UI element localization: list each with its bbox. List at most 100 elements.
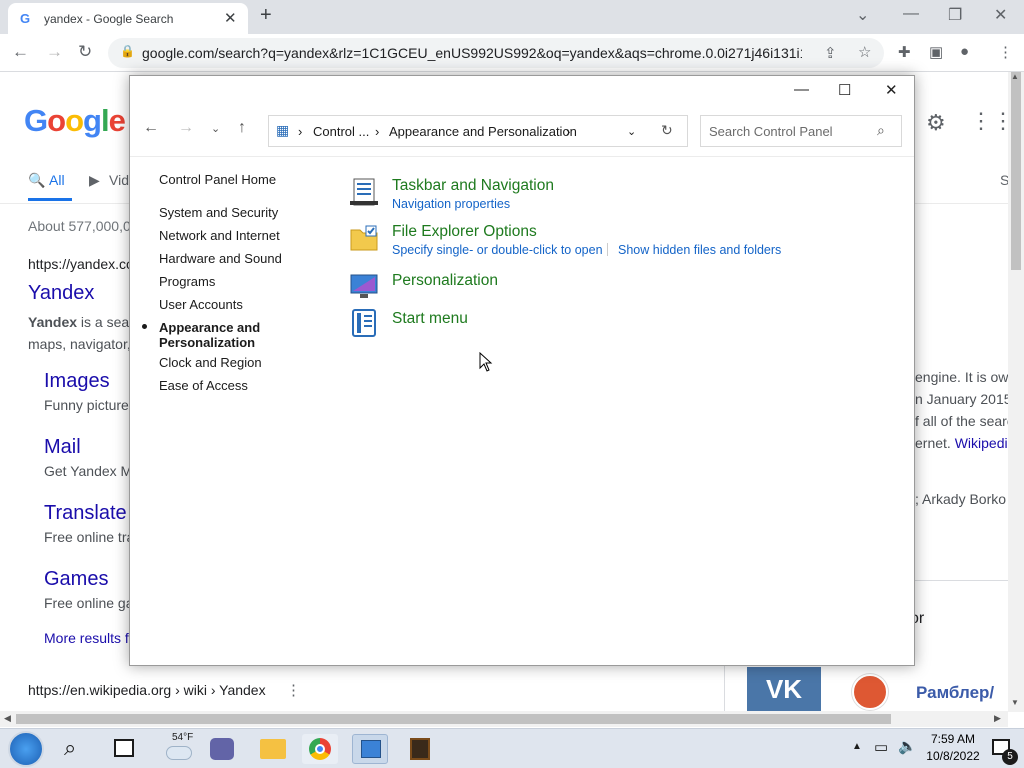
breadcrumb-chevron-icon[interactable]: › [566,124,570,139]
snippet-bold: Yandex [28,314,78,330]
start-menu-icon[interactable] [350,309,378,337]
sidebar-programs[interactable]: Programs [159,274,215,289]
restore-icon[interactable]: ❐ [948,5,962,25]
cp-minimize-icon[interactable]: — [794,81,809,98]
bookmark-star-icon[interactable]: ☆ [858,43,871,61]
menu-kebab-icon[interactable]: ⋮ [998,43,1013,61]
profile-avatar-icon[interactable]: ● [960,43,969,60]
category-link[interactable]: Show hidden files and folders [618,243,781,257]
address-dropdown-icon[interactable]: ⌄ [627,125,636,138]
chrome-taskbar-button[interactable] [302,734,338,764]
side-panel-icon[interactable]: ▣ [929,43,943,61]
share-icon[interactable]: ⇪ [824,44,837,62]
minimize-icon[interactable]: — [903,5,919,23]
sidebar-appearance-personalization[interactable]: Appearance and Personalization [159,320,260,350]
google-logo[interactable]: Google [24,103,126,139]
sidebar-network-internet[interactable]: Network and Internet [159,228,280,243]
cp-close-icon[interactable]: ✕ [885,81,898,99]
sitelink-title[interactable]: Games [44,568,108,591]
settings-gear-icon[interactable]: ⚙ [926,110,946,136]
result-stats: About 577,000,0 [28,218,131,234]
vk-logo[interactable]: VK [747,667,821,711]
scroll-up-arrow-icon[interactable]: ▲ [1011,72,1019,81]
breadcrumb-chevron-icon[interactable]: › [298,124,302,139]
sidebar-clock-region[interactable]: Clock and Region [159,355,262,370]
result-title-link[interactable]: Yandex [28,282,94,305]
duckduckgo-logo[interactable] [852,674,888,710]
show-hidden-icons-icon[interactable]: ▲ [852,741,862,752]
cp-recent-icon[interactable]: ⌄ [211,122,220,135]
control-panel-icon [361,740,381,758]
address-refresh-icon[interactable]: ↻ [661,122,673,139]
personalization-icon[interactable] [350,272,378,300]
tab-all[interactable]: All [49,172,65,188]
breadcrumb-control-panel[interactable]: Control ... [313,124,369,139]
folder-options-icon[interactable] [350,224,378,252]
tab-search-icon[interactable]: ⌄ [856,5,869,25]
rambler-logo[interactable]: Рамблер/ [916,683,994,703]
result-cite[interactable]: https://yandex.co [28,256,134,272]
active-tab-underline [28,198,72,201]
sidebar-control-panel-home[interactable]: Control Panel Home [159,172,276,187]
close-window-icon[interactable]: ✕ [994,5,1007,25]
address-bar[interactable]: 🔒 google.com/search?q=yandex&rlz=1C1GCEU… [108,38,884,68]
kp-wikipedia-link[interactable]: Wikipedi [955,435,1008,451]
wikipedia-cite[interactable]: https://en.wikipedia.org › wiki › Yandex [28,682,266,698]
category-title[interactable]: File Explorer Options [392,223,537,241]
app-taskbar-button[interactable] [402,734,438,764]
cp-address-bar[interactable]: ▦ › Control ... › Appearance and Persona… [268,115,688,147]
category-title[interactable]: Personalization [392,272,498,290]
tab-videos[interactable]: Vid [109,172,129,188]
horizontal-scroll-thumb[interactable] [16,714,891,724]
breadcrumb-appearance[interactable]: Appearance and Personalization [389,124,577,139]
sitelink-title[interactable]: Images [44,370,110,393]
taskbar-icon[interactable] [350,178,378,206]
cp-search-box[interactable]: Search Control Panel ⌕ [700,115,902,147]
sitelink-title[interactable]: Mail [44,436,81,459]
cp-back-icon[interactable]: ← [143,119,159,137]
forward-icon[interactable]: → [46,42,63,62]
more-results-link[interactable]: More results f [44,630,129,646]
lock-icon[interactable]: 🔒 [120,44,135,58]
teams-chat-icon[interactable] [210,738,234,760]
extensions-icon[interactable]: ✚ [898,43,911,61]
search-icon[interactable]: ⌕ [64,735,76,761]
back-icon[interactable]: ← [12,42,29,62]
cp-forward-icon[interactable]: → [178,119,194,137]
cloud-icon [166,746,192,760]
vertical-scroll-thumb[interactable] [1011,72,1021,270]
sidebar-system-security[interactable]: System and Security [159,205,278,220]
cp-maximize-icon[interactable]: ☐ [838,81,851,99]
category-link[interactable]: Specify single- or double-click to open [392,243,603,257]
volume-icon[interactable]: 🔈 [898,737,917,755]
clock-time: 7:59 AM [930,732,976,746]
task-view-icon[interactable] [114,739,134,757]
category-title[interactable]: Taskbar and Navigation [392,177,554,195]
weather-widget[interactable]: 54°F [164,732,200,766]
file-explorer-icon[interactable] [260,739,286,759]
sidebar-ease-of-access[interactable]: Ease of Access [159,378,248,393]
breadcrumb-chevron-icon[interactable]: › [375,124,379,139]
start-button-icon[interactable] [8,731,44,767]
sidebar-hardware-sound[interactable]: Hardware and Sound [159,251,282,266]
sitelink-title[interactable]: Translate [44,502,127,525]
category-link[interactable]: Navigation properties [392,197,510,211]
scroll-left-arrow-icon[interactable]: ◀ [4,713,11,724]
cp-up-icon[interactable]: ↑ [238,119,246,137]
search-icon[interactable]: ⌕ [877,122,885,139]
browser-tab[interactable]: G yandex - Google Search ✕ [8,3,248,34]
new-tab-icon[interactable]: + [260,4,272,27]
tab-close-icon[interactable]: ✕ [224,9,237,27]
category-title[interactable]: Start menu [392,310,468,328]
control-panel-taskbar-button[interactable] [352,734,388,764]
scroll-right-arrow-icon[interactable]: ▶ [994,713,1001,724]
cp-search-placeholder: Search Control Panel [709,124,833,139]
sidebar-user-accounts[interactable]: User Accounts [159,297,243,312]
reload-icon[interactable]: ↻ [78,42,92,62]
result-options-icon[interactable]: ⋮ [286,681,301,699]
clock[interactable]: 7:59 AM 10/8/2022 [924,732,982,763]
url-text[interactable]: google.com/search?q=yandex&rlz=1C1GCEU_e… [142,45,802,61]
scroll-down-arrow-icon[interactable]: ▼ [1011,698,1019,707]
kp-line: f all of the searc [915,413,1014,429]
network-icon[interactable]: ▭ [874,738,888,756]
